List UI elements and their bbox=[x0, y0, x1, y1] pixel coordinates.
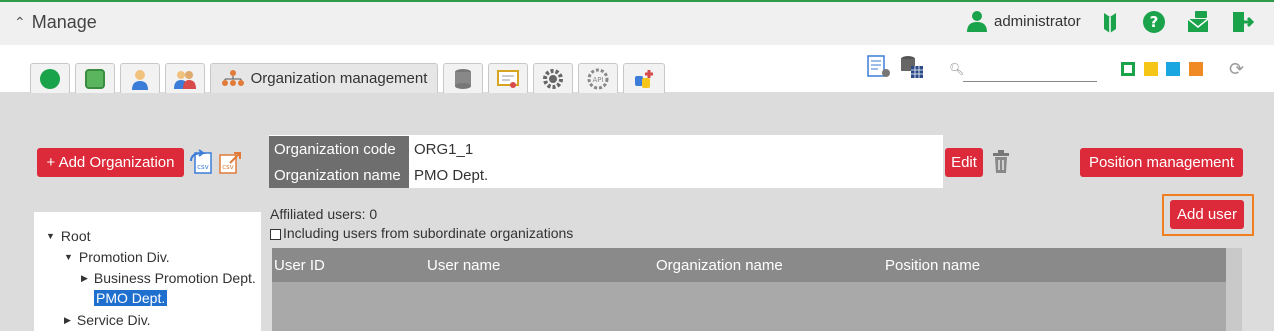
include-subordinates-label: Including users from subordinate organiz… bbox=[283, 225, 574, 241]
csv-settings-icon[interactable] bbox=[866, 55, 892, 79]
tree-node-label: Business Promotion Dept. bbox=[93, 270, 256, 286]
include-subordinates-checkbox[interactable] bbox=[270, 228, 281, 240]
chevron-up-icon: ⌃ bbox=[14, 14, 26, 30]
header-bar: ⌃ Manage administrator ? bbox=[0, 2, 1274, 45]
tab-database[interactable] bbox=[443, 63, 483, 93]
database-table-icon[interactable] bbox=[899, 55, 925, 79]
user-icon bbox=[967, 11, 987, 32]
affiliated-users-count: Affiliated users: 0 bbox=[270, 206, 378, 222]
add-user-highlight bbox=[1162, 194, 1254, 236]
tree-node-label: PMO Dept. bbox=[94, 290, 168, 306]
username: administrator bbox=[994, 12, 1081, 30]
csv-export-icon[interactable]: csv bbox=[218, 149, 244, 175]
tab-organization-management[interactable]: Organization management bbox=[210, 63, 438, 93]
collapse-icon[interactable]: ▶ bbox=[81, 273, 88, 284]
app-icon bbox=[40, 68, 60, 89]
user-icon bbox=[132, 69, 148, 90]
users-icon bbox=[174, 70, 196, 89]
table-scrollbar[interactable] bbox=[1226, 248, 1242, 331]
organization-name-label: Organization name bbox=[269, 162, 409, 188]
edit-button[interactable]: Edit bbox=[945, 148, 983, 177]
svg-text:?: ? bbox=[1150, 13, 1159, 31]
tab-api[interactable]: API bbox=[578, 63, 618, 93]
tab-app-window[interactable] bbox=[75, 63, 115, 93]
add-organization-button[interactable]: + Add Organization bbox=[37, 148, 184, 177]
search-input[interactable] bbox=[963, 60, 1097, 82]
api-icon: API bbox=[587, 68, 609, 89]
refresh-icon[interactable]: ⟳ bbox=[1229, 59, 1244, 80]
users-table-header: User ID User name Organization name Posi… bbox=[272, 248, 1226, 282]
svg-text:csv: csv bbox=[197, 163, 209, 171]
csv-import-icon[interactable]: csv bbox=[189, 149, 215, 175]
organization-code-value: ORG1_1 bbox=[414, 141, 474, 158]
tab-label: Organization management bbox=[250, 70, 428, 87]
theme-swatch-blue[interactable] bbox=[1166, 62, 1180, 76]
tab-user[interactable] bbox=[120, 63, 160, 93]
column-organization-name[interactable]: Organization name bbox=[656, 257, 783, 274]
guide-icon[interactable] bbox=[1098, 10, 1122, 34]
theme-swatch-green[interactable] bbox=[1121, 62, 1135, 76]
position-management-button[interactable]: Position management bbox=[1080, 148, 1243, 177]
svg-text:csv: csv bbox=[222, 163, 234, 171]
expand-icon[interactable]: ▼ bbox=[46, 231, 55, 241]
organization-name-row: Organization name PMO Dept. bbox=[269, 162, 493, 188]
tree-node-business-promotion-dept[interactable]: ▶ Business Promotion Dept. bbox=[81, 270, 256, 286]
include-subordinates-toggle[interactable]: Including users from subordinate organiz… bbox=[270, 225, 573, 241]
organization-name-value: PMO Dept. bbox=[414, 167, 489, 184]
theme-swatch-orange[interactable] bbox=[1189, 62, 1203, 76]
plugin-icon bbox=[635, 69, 653, 88]
tab-plugin[interactable] bbox=[623, 63, 665, 93]
database-icon bbox=[455, 68, 471, 89]
column-user-name[interactable]: User name bbox=[427, 257, 500, 274]
tree-node-label: Promotion Div. bbox=[78, 249, 170, 265]
tree-node-pmo-dept[interactable]: PMO Dept. bbox=[94, 290, 168, 306]
tree-node-service-div[interactable]: ▶ Service Div. bbox=[64, 312, 151, 328]
tab-certificate[interactable] bbox=[488, 63, 528, 93]
tab-app[interactable] bbox=[30, 63, 70, 93]
search-icon: 🔍︎ bbox=[949, 62, 965, 76]
theme-swatch-yellow[interactable] bbox=[1144, 62, 1158, 76]
users-table-body bbox=[272, 282, 1226, 331]
organization-code-label: Organization code bbox=[269, 136, 409, 162]
tab-settings[interactable] bbox=[533, 63, 573, 93]
organization-icon bbox=[221, 69, 244, 86]
trash-icon[interactable] bbox=[990, 150, 1012, 174]
certificate-icon bbox=[497, 69, 519, 88]
app-window-icon bbox=[85, 68, 105, 89]
organization-info-panel: Organization code ORG1_1 Organization na… bbox=[269, 135, 943, 188]
user-menu[interactable]: administrator bbox=[966, 10, 1081, 32]
expand-icon[interactable]: ▼ bbox=[64, 252, 73, 262]
message-icon[interactable] bbox=[1186, 10, 1210, 34]
column-position-name[interactable]: Position name bbox=[885, 257, 980, 274]
tree-node-root[interactable]: ▼ Root bbox=[46, 228, 91, 244]
tree-node-label: Root bbox=[60, 228, 91, 244]
column-user-id[interactable]: User ID bbox=[274, 257, 325, 274]
svg-text:API: API bbox=[592, 76, 603, 84]
page-title: Manage bbox=[31, 12, 97, 32]
tab-users[interactable] bbox=[165, 63, 205, 93]
gear-icon bbox=[543, 68, 563, 89]
logout-icon[interactable] bbox=[1230, 10, 1254, 34]
organization-tree: ▼ Root ▼ Promotion Div. ▶ Business Promo… bbox=[34, 212, 261, 331]
manage-toggle[interactable]: ⌃ Manage bbox=[14, 12, 97, 33]
organization-code-row: Organization code ORG1_1 bbox=[269, 136, 478, 162]
tree-node-promotion-div[interactable]: ▼ Promotion Div. bbox=[64, 249, 170, 265]
tree-node-label: Service Div. bbox=[76, 312, 151, 328]
help-icon[interactable]: ? bbox=[1142, 10, 1166, 34]
collapse-icon[interactable]: ▶ bbox=[64, 315, 71, 326]
